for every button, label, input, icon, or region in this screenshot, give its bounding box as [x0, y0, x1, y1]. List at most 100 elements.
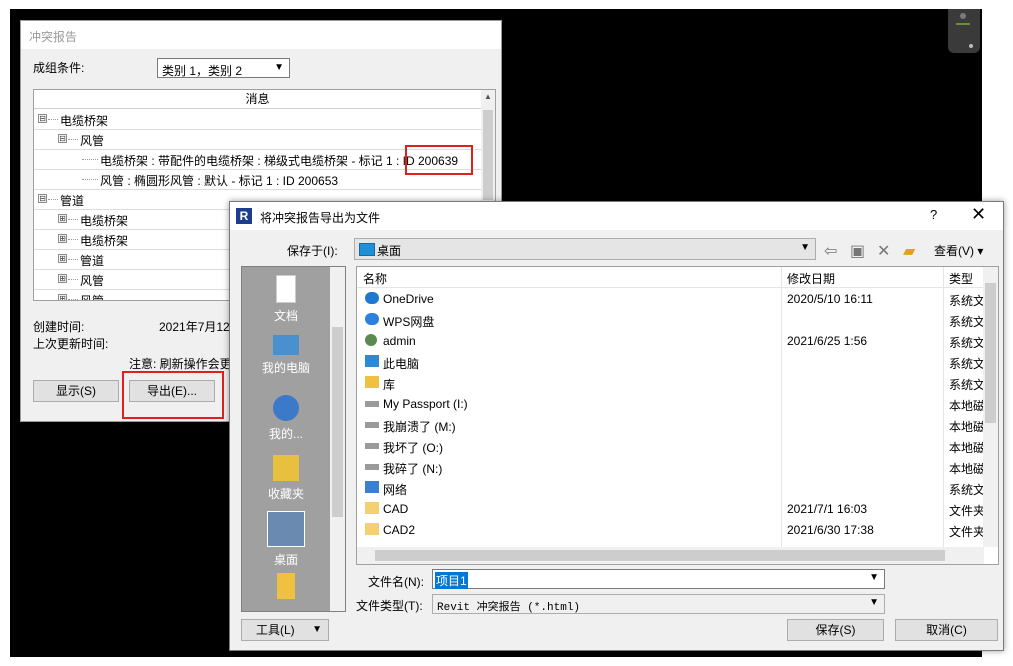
- view-menu-label: 查看(V): [934, 244, 974, 258]
- close-button[interactable]: ✕: [971, 204, 986, 225]
- tree-connector: [68, 239, 78, 240]
- tree-connector: [68, 299, 78, 300]
- file-type: 系统文: [949, 294, 986, 308]
- collapse-icon[interactable]: ⊟: [58, 134, 67, 143]
- tree-connector: [68, 139, 78, 140]
- navigation-bar-widget[interactable]: [948, 9, 980, 53]
- file-row[interactable]: 网络 系统文: [357, 477, 985, 498]
- tree-label: 电缆桥架: [80, 214, 129, 228]
- file-name: 库: [383, 378, 396, 392]
- scrollbar-thumb[interactable]: [483, 110, 493, 200]
- export-dialog-title: 将冲突报告导出为文件: [260, 211, 381, 225]
- network-globe-icon: [273, 395, 299, 421]
- network-icon: [365, 481, 379, 493]
- place-label: 我的电脑: [261, 361, 310, 375]
- wps-cloud-icon: [365, 313, 379, 325]
- computer-icon: [273, 335, 299, 355]
- tree-connector: [68, 279, 78, 280]
- file-type: 文件夹: [949, 525, 986, 539]
- show-button[interactable]: 显示(S): [33, 380, 119, 402]
- column-date[interactable]: 修改日期: [787, 270, 835, 287]
- delete-icon[interactable]: ✕: [877, 241, 890, 261]
- place-desktop[interactable]: 桌面: [242, 511, 330, 568]
- file-row[interactable]: CAD2 2021/6/30 17:38 文件夹: [357, 519, 986, 540]
- file-row[interactable]: CAD 2021/7/1 16:03 文件夹: [357, 498, 986, 519]
- folder-icon: [277, 573, 295, 599]
- file-row[interactable]: admin 2021/6/25 1:56 系统文: [357, 330, 985, 351]
- file-name: 网络: [383, 483, 408, 497]
- file-row[interactable]: My Passport (I:) 本地磁: [357, 393, 985, 414]
- file-row[interactable]: WPS网盘 系统文: [357, 309, 985, 330]
- file-name: WPS网盘: [383, 315, 435, 329]
- desktop-icon: [359, 243, 375, 256]
- steering-wheel-icon[interactable]: [960, 13, 966, 19]
- scrollbar-thumb[interactable]: [332, 327, 343, 517]
- save-in-label: 保存于(I):: [287, 244, 338, 258]
- file-row[interactable]: 我崩溃了 (M:) 本地磁: [357, 414, 986, 435]
- expand-icon[interactable]: ⊞: [58, 274, 67, 283]
- column-name[interactable]: 名称: [363, 270, 387, 287]
- place-favorites[interactable]: 收藏夹: [242, 455, 330, 502]
- help-button[interactable]: ?: [930, 207, 937, 222]
- place-folder[interactable]: [242, 573, 330, 603]
- tree-connector: [48, 119, 58, 120]
- file-name: 我碎了 (N:): [383, 462, 443, 476]
- filename-label: 文件名(N):: [368, 575, 424, 589]
- scrollbar-thumb[interactable]: [375, 550, 945, 561]
- tree-label: 电缆桥架: [80, 234, 129, 248]
- collapse-icon[interactable]: ⊟: [38, 194, 47, 203]
- place-documents[interactable]: 文档: [242, 275, 330, 324]
- tree-label: 风管: [80, 294, 105, 301]
- view-menu[interactable]: 查看(V) ▾: [934, 242, 983, 259]
- file-date: 2021/6/30 17:38: [787, 523, 874, 537]
- scroll-up-icon[interactable]: ▲: [484, 92, 492, 101]
- save-button[interactable]: 保存(S): [787, 619, 884, 641]
- save-in-select[interactable]: 桌面 ▼: [354, 238, 816, 260]
- chevron-down-icon: ▼: [312, 624, 322, 635]
- file-list-vscroll[interactable]: [983, 267, 998, 547]
- file-row[interactable]: 我碎了 (N:) 本地磁: [357, 456, 985, 477]
- group-by-select[interactable]: 类别 1，类别 2 ▼: [157, 58, 290, 78]
- chevron-down-icon: ▼: [869, 597, 879, 608]
- tree-row[interactable]: ⊟ 电缆桥架: [34, 109, 481, 130]
- file-type: 本地磁: [949, 420, 986, 434]
- back-icon[interactable]: ⇦: [824, 241, 837, 261]
- expand-icon[interactable]: ⊞: [58, 214, 67, 223]
- chevron-down-icon[interactable]: ▼: [869, 572, 879, 583]
- filename-input[interactable]: 项目1 ▼: [432, 569, 885, 589]
- place-my-computer[interactable]: 我的电脑: [242, 335, 330, 376]
- file-list-hscroll[interactable]: [357, 547, 984, 564]
- file-row[interactable]: 此电脑 系统文: [357, 351, 986, 372]
- file-name: My Passport (I:): [383, 397, 468, 411]
- expand-icon[interactable]: ⊞: [58, 254, 67, 263]
- file-row[interactable]: OneDrive 2020/5/10 16:11 系统文: [357, 288, 986, 309]
- file-type: 系统文: [949, 357, 986, 371]
- column-type[interactable]: 类型: [949, 270, 973, 287]
- cancel-button[interactable]: 取消(C): [895, 619, 998, 641]
- file-name: 我崩溃了 (M:): [383, 420, 456, 434]
- collapse-icon[interactable]: ⊟: [38, 114, 47, 123]
- filetype-select[interactable]: Revit 冲突报告 (*.html) ▼: [432, 594, 885, 614]
- file-date: 2021/7/1 16:03: [787, 502, 868, 516]
- file-date: 2020/5/10 16:11: [787, 292, 873, 306]
- expand-icon[interactable]: ⊞: [58, 294, 67, 300]
- new-folder-icon[interactable]: ▰: [903, 241, 915, 261]
- tools-button[interactable]: 工具(L) ▼: [241, 619, 329, 641]
- file-name: admin: [383, 334, 416, 348]
- file-row[interactable]: 库 系统文: [357, 372, 986, 393]
- export-dialog: R 将冲突报告导出为文件 ? ✕ 保存于(I): 桌面 ▼ ⇦ ▣ ✕ ▰ 查看…: [229, 201, 1004, 651]
- place-network[interactable]: 我的...: [242, 395, 330, 442]
- file-type: 系统文: [949, 378, 986, 392]
- expand-icon[interactable]: ⊞: [58, 234, 67, 243]
- places-scrollbar[interactable]: [330, 267, 345, 611]
- file-name: OneDrive: [383, 292, 434, 306]
- up-folder-icon[interactable]: ▣: [850, 241, 865, 261]
- tree-label: 风管 : 椭圆形风管 : 默认 - 标记 1 : ID 200653: [100, 174, 339, 188]
- file-row[interactable]: 我坏了 (O:) 本地磁: [357, 435, 985, 456]
- file-list-header: 名称 修改日期 类型: [357, 267, 984, 288]
- folder-icon: [365, 523, 379, 535]
- document-icon: [276, 275, 296, 303]
- file-type: 文件夹: [949, 504, 986, 518]
- file-list[interactable]: 名称 修改日期 类型 OneDrive 2020/5/10 16:11 系统文 …: [356, 266, 999, 565]
- scrollbar-thumb[interactable]: [985, 283, 996, 423]
